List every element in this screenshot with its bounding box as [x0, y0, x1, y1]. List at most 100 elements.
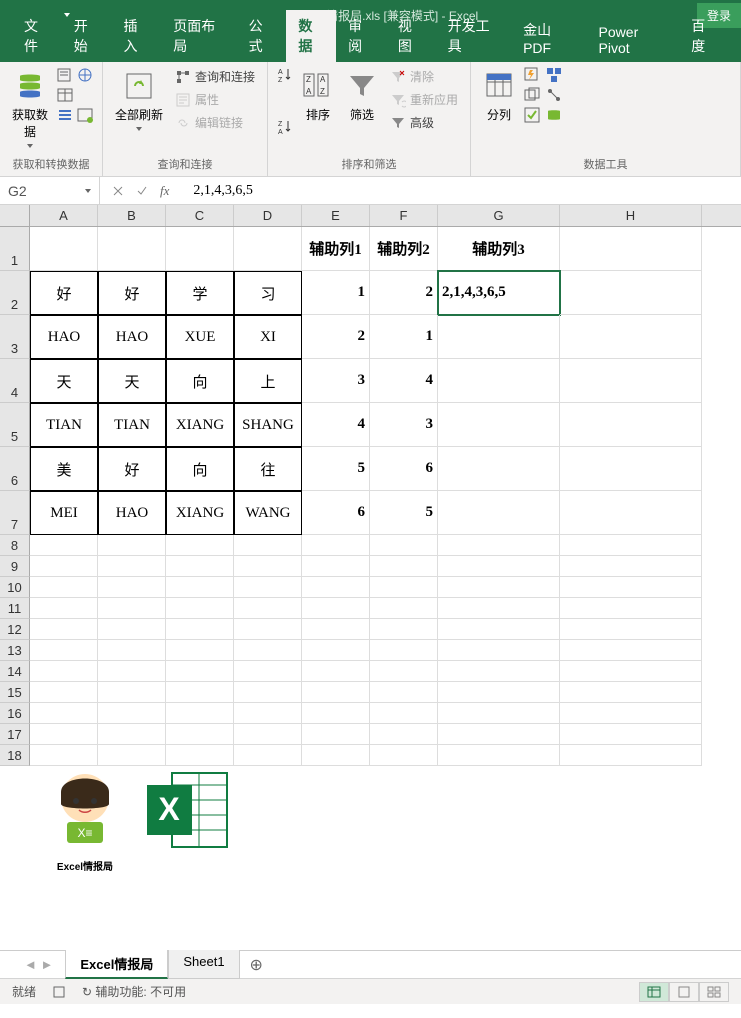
cell[interactable] — [30, 661, 98, 682]
cell[interactable] — [438, 640, 560, 661]
cell[interactable] — [370, 745, 438, 766]
cell[interactable] — [30, 703, 98, 724]
remove-dup-icon[interactable] — [523, 86, 541, 104]
ribbon-tab-6[interactable]: 审阅 — [336, 10, 386, 62]
cell[interactable] — [166, 619, 234, 640]
cell[interactable]: HAO — [98, 491, 166, 535]
cell[interactable] — [438, 577, 560, 598]
get-data-button[interactable]: 获取数 据 — [8, 66, 52, 152]
cell[interactable]: 学 — [166, 271, 234, 315]
cell[interactable] — [30, 577, 98, 598]
page-layout-view-button[interactable] — [669, 982, 699, 1002]
column-header[interactable]: H — [560, 205, 702, 226]
cell[interactable]: 1 — [370, 315, 438, 359]
sheet-nav-arrows[interactable]: ◄ ► — [12, 957, 65, 972]
excel-logo[interactable]: X — [142, 765, 232, 855]
cell[interactable] — [234, 745, 302, 766]
sort-desc-icon[interactable]: ZA — [276, 118, 294, 136]
cell[interactable] — [370, 619, 438, 640]
sort-asc-icon[interactable]: AZ — [276, 66, 294, 84]
cell[interactable]: 习 — [234, 271, 302, 315]
page-break-view-button[interactable] — [699, 982, 729, 1002]
cell[interactable] — [302, 703, 370, 724]
cell[interactable] — [98, 745, 166, 766]
cell[interactable]: 6 — [370, 447, 438, 491]
cell[interactable] — [438, 315, 560, 359]
cell[interactable] — [30, 682, 98, 703]
row-header[interactable]: 2 — [0, 271, 30, 315]
select-all-corner[interactable] — [0, 205, 30, 226]
cell[interactable]: TIAN — [30, 403, 98, 447]
cell[interactable]: 6 — [302, 491, 370, 535]
cell[interactable] — [560, 682, 702, 703]
cell[interactable]: 往 — [234, 447, 302, 491]
sort-button[interactable]: ZAAZ 排序 — [298, 66, 338, 127]
queries-connections-button[interactable]: 查询和连接 — [171, 66, 259, 87]
cell[interactable]: 1 — [302, 271, 370, 315]
cell[interactable]: 向 — [166, 359, 234, 403]
cell[interactable] — [30, 598, 98, 619]
cell[interactable] — [166, 682, 234, 703]
from-table-icon[interactable] — [56, 86, 74, 104]
cell[interactable]: 3 — [302, 359, 370, 403]
cell[interactable] — [438, 403, 560, 447]
cell[interactable] — [234, 535, 302, 556]
cell[interactable] — [98, 598, 166, 619]
cell[interactable]: MEI — [30, 491, 98, 535]
cell[interactable]: XIANG — [166, 491, 234, 535]
from-text-icon[interactable] — [56, 66, 74, 84]
cell[interactable] — [560, 619, 702, 640]
cell[interactable] — [370, 724, 438, 745]
flash-fill-icon[interactable] — [523, 66, 541, 84]
data-validation-icon[interactable] — [523, 106, 541, 124]
cell[interactable] — [98, 682, 166, 703]
cell[interactable]: 2 — [302, 315, 370, 359]
cell[interactable] — [370, 640, 438, 661]
cell[interactable]: 美 — [30, 447, 98, 491]
ribbon-tab-0[interactable]: 文件 — [12, 10, 62, 62]
add-sheet-button[interactable]: ⊕ — [240, 955, 273, 975]
cell[interactable] — [560, 577, 702, 598]
cell[interactable] — [560, 315, 702, 359]
cell[interactable] — [370, 598, 438, 619]
row-header[interactable]: 14 — [0, 661, 30, 682]
ribbon-tab-8[interactable]: 开发工具 — [436, 10, 511, 62]
cell[interactable]: 上 — [234, 359, 302, 403]
ribbon-tab-5[interactable]: 数据 — [286, 10, 336, 62]
text-to-columns-button[interactable]: 分列 — [479, 66, 519, 127]
cell[interactable] — [234, 640, 302, 661]
sheet-tab[interactable]: Sheet1 — [168, 950, 239, 979]
row-header[interactable]: 3 — [0, 315, 30, 359]
row-header[interactable]: 9 — [0, 556, 30, 577]
consolidate-icon[interactable] — [545, 66, 563, 84]
cell[interactable] — [166, 703, 234, 724]
column-header[interactable]: B — [98, 205, 166, 226]
cell[interactable] — [166, 640, 234, 661]
cell[interactable] — [560, 535, 702, 556]
cell[interactable]: HAO — [98, 315, 166, 359]
avatar-logo[interactable]: X≡ Excel情报局 — [40, 765, 130, 855]
cell[interactable] — [234, 661, 302, 682]
cell[interactable] — [370, 535, 438, 556]
cell[interactable] — [438, 598, 560, 619]
fx-icon[interactable]: fx — [160, 183, 169, 199]
cell[interactable] — [30, 745, 98, 766]
cell[interactable] — [234, 598, 302, 619]
cell[interactable] — [166, 745, 234, 766]
cell[interactable] — [166, 556, 234, 577]
ribbon-tab-2[interactable]: 插入 — [111, 10, 161, 62]
row-header[interactable]: 12 — [0, 619, 30, 640]
cell[interactable] — [166, 724, 234, 745]
cell[interactable] — [98, 640, 166, 661]
cell[interactable] — [302, 640, 370, 661]
cell[interactable]: XI — [234, 315, 302, 359]
cell[interactable] — [166, 577, 234, 598]
row-header[interactable]: 8 — [0, 535, 30, 556]
cell[interactable] — [438, 535, 560, 556]
cell[interactable] — [560, 271, 702, 315]
cell[interactable]: WANG — [234, 491, 302, 535]
cell[interactable] — [560, 227, 702, 271]
cell[interactable] — [234, 577, 302, 598]
ribbon-tab-9[interactable]: 金山PDF — [511, 14, 586, 62]
cell[interactable] — [302, 535, 370, 556]
